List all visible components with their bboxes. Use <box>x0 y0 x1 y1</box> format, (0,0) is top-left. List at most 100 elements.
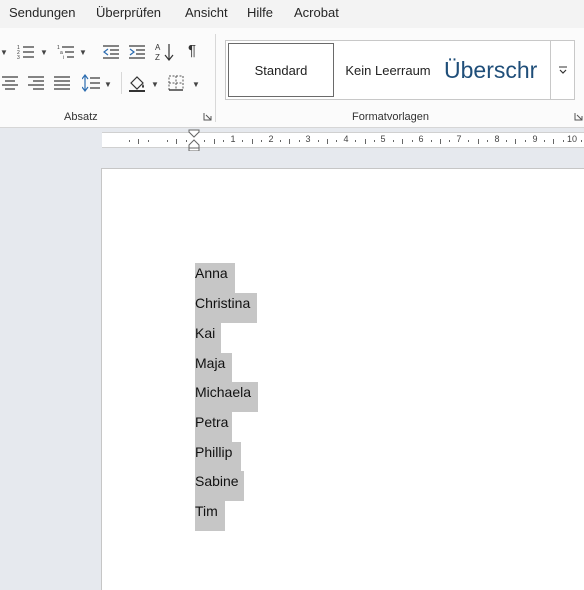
ruler-tick <box>468 140 470 142</box>
line-text: Maja <box>195 355 226 371</box>
sort-icon[interactable]: A Z <box>155 42 175 62</box>
menu-hilfe[interactable]: Hilfe <box>247 5 273 20</box>
document-line[interactable]: Maja <box>195 353 232 383</box>
ruler-tick <box>440 138 442 144</box>
document-line[interactable]: Tim <box>195 501 225 531</box>
ruler-tick <box>260 140 262 142</box>
ruler-label: 5 <box>380 134 386 144</box>
chevron-down-icon[interactable]: ▼ <box>192 80 200 90</box>
line-text: Christina <box>195 295 251 311</box>
group-label-paragraph: Absatz <box>64 111 98 123</box>
dialog-launcher-icon[interactable] <box>574 112 583 121</box>
menu-bar: Sendungen Überprüfen Ansicht Hilfe Acrob… <box>0 0 584 28</box>
increase-indent-icon[interactable] <box>128 44 146 60</box>
ruler-label: 9 <box>532 134 538 144</box>
group-label-styles: Formatvorlagen <box>352 111 430 123</box>
chevron-down-icon[interactable]: ▼ <box>79 48 87 58</box>
ruler-tick <box>515 138 517 144</box>
ruler-tick <box>562 140 564 142</box>
ruler-tick <box>477 138 479 144</box>
ruler-tick <box>147 140 149 142</box>
gallery-more-button[interactable] <box>551 40 575 100</box>
ruler-tick <box>223 140 225 142</box>
group-divider <box>215 34 216 122</box>
justify-icon[interactable] <box>54 76 70 90</box>
line-text: Phillip <box>195 444 233 460</box>
document-line[interactable]: Kai <box>195 323 221 353</box>
line-text: Anna <box>195 265 228 281</box>
chevron-down-icon[interactable]: ▼ <box>104 80 112 90</box>
ruler-area: 1 2 3 4 5 6 7 8 9 10 <box>0 129 584 151</box>
svg-text:3: 3 <box>17 55 20 60</box>
ruler-tick <box>176 138 178 144</box>
ruler-tick <box>129 140 131 142</box>
ruler-tick <box>364 138 366 144</box>
decrease-indent-icon[interactable] <box>102 44 120 60</box>
menu-acrobat[interactable]: Acrobat <box>294 5 339 20</box>
chevron-down-icon[interactable]: ▼ <box>0 48 8 58</box>
align-right-icon[interactable] <box>28 76 44 90</box>
ruler-tick <box>402 138 404 144</box>
document-line[interactable]: Phillip <box>195 442 241 472</box>
line-text: Michaela <box>195 384 252 400</box>
horizontal-ruler[interactable]: 1 2 3 4 5 6 7 8 9 10 <box>102 132 584 148</box>
menu-ueberpruefen[interactable]: Überprüfen <box>96 5 161 20</box>
svg-text:Z: Z <box>155 53 160 62</box>
ruler-label: 2 <box>268 134 274 144</box>
line-spacing-icon[interactable] <box>82 74 100 92</box>
ruler-label: 6 <box>418 134 424 144</box>
ruler-tick <box>317 140 319 142</box>
ruler-label: 3 <box>305 134 311 144</box>
menu-sendungen[interactable]: Sendungen <box>9 5 76 20</box>
svg-text:i: i <box>63 55 64 60</box>
borders-icon[interactable] <box>168 75 184 91</box>
align-center-icon[interactable] <box>2 76 18 90</box>
expand-gallery-icon <box>558 66 567 74</box>
ribbon: ▼ 1 2 3 ▼ 1 a i ▼ A Z ¶ ▼ ▼ ▼ Absatz Sta… <box>0 28 584 128</box>
ruler-tick <box>392 140 394 142</box>
document-line[interactable]: Sabine <box>195 471 244 501</box>
ruler-tick <box>289 138 291 144</box>
ruler-tick <box>298 140 300 142</box>
line-text: Sabine <box>195 473 239 489</box>
ruler-tick <box>242 140 244 142</box>
document-line[interactable]: Christina <box>195 293 257 323</box>
ruler-label: 1 <box>230 134 236 144</box>
ruler-tick <box>166 140 168 142</box>
indent-marker-icon[interactable] <box>188 129 200 151</box>
document-line[interactable]: Michaela <box>195 382 258 412</box>
ruler-tick <box>506 140 508 142</box>
style-no-spacing[interactable]: Kein Leerraum <box>336 41 440 99</box>
ruler-tick <box>204 140 206 142</box>
chevron-down-icon[interactable]: ▼ <box>151 80 159 90</box>
svg-text:A: A <box>155 43 161 52</box>
line-text: Tim <box>195 503 218 519</box>
ruler-tick <box>251 138 253 144</box>
ruler-tick <box>374 140 376 142</box>
ruler-tick <box>430 140 432 142</box>
document-line[interactable]: Petra <box>195 412 232 442</box>
ruler-tick <box>524 140 526 142</box>
ruler-tick <box>553 138 555 144</box>
divider <box>121 72 122 94</box>
chevron-down-icon[interactable]: ▼ <box>40 48 48 58</box>
ruler-tick <box>326 138 328 144</box>
ruler-tick <box>185 140 187 142</box>
ruler-tick <box>355 140 357 142</box>
ruler-tick <box>411 140 413 142</box>
ruler-label: 10 <box>566 134 578 144</box>
document-page[interactable] <box>101 168 584 590</box>
numbered-list-icon[interactable]: 1 2 3 <box>17 44 35 60</box>
document-line[interactable]: Anna <box>195 263 235 293</box>
menu-ansicht[interactable]: Ansicht <box>185 5 228 20</box>
ruler-tick <box>279 140 281 142</box>
styles-gallery: Standard Kein Leerraum Überschr <box>225 40 551 100</box>
multilevel-list-icon[interactable]: 1 a i <box>57 44 75 60</box>
shading-icon[interactable] <box>128 74 146 92</box>
style-heading[interactable]: Überschr <box>444 41 550 99</box>
pilcrow-icon[interactable]: ¶ <box>188 43 196 59</box>
ruler-label: 4 <box>343 134 349 144</box>
style-standard[interactable]: Standard <box>228 43 334 97</box>
dialog-launcher-icon[interactable] <box>203 112 212 121</box>
ruler-tick <box>487 140 489 142</box>
